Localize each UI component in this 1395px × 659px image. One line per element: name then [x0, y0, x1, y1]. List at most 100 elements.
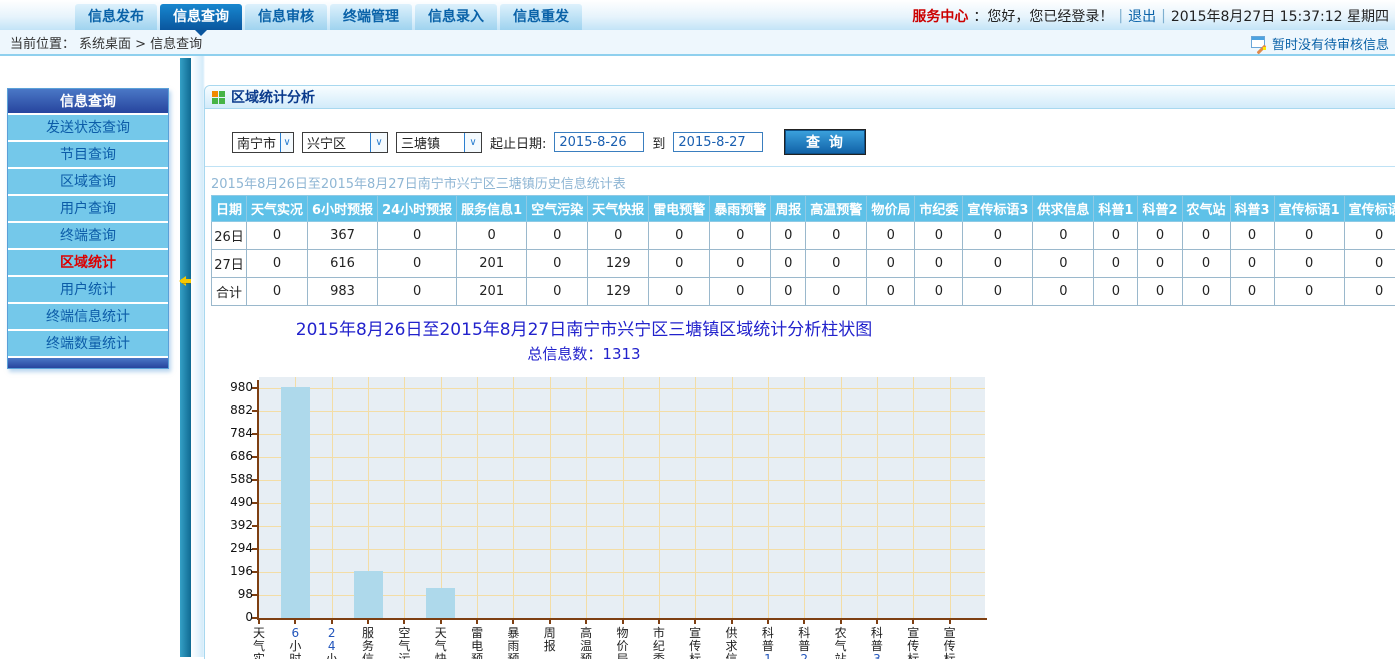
- table-cell: 0: [710, 250, 771, 278]
- table-cell: 27日: [212, 250, 247, 278]
- table-cell: 129: [588, 278, 649, 306]
- table-cell: 0: [1094, 250, 1138, 278]
- topbar-user-area: 服务中心：您好，您已经登录！ | 退出 | 2015年8月27日 15:37:1…: [912, 6, 1389, 26]
- table-cell: 0: [710, 222, 771, 250]
- main-area: 区域统计分析 南宁市 ∨ 兴宁区 ∨ 三塘镇 ∨ 起止日期: 到: [191, 56, 1395, 657]
- chevron-down-icon: ∨: [280, 133, 293, 152]
- table-row: 合计098302010129000000000000001313: [212, 278, 1395, 306]
- separator: |: [1118, 8, 1123, 24]
- table-cell: 0: [1344, 250, 1395, 278]
- stats-column-header: 天气实况: [247, 196, 308, 222]
- table-cell: 0: [1274, 222, 1344, 250]
- nav-tab[interactable]: 信息审核: [245, 4, 327, 30]
- sidebar-item[interactable]: 区域统计: [8, 250, 168, 277]
- panel-header: 区域统计分析: [205, 86, 1395, 109]
- sidebar-item[interactable]: 节目查询: [8, 142, 168, 169]
- district-select-value: 兴宁区: [303, 133, 370, 152]
- table-cell: 0: [806, 250, 867, 278]
- chart-title: 2015年8月26日至2015年8月27日南宁市兴宁区三塘镇区域统计分析柱状图: [205, 315, 963, 340]
- stats-column-header: 24小时预报: [378, 196, 457, 222]
- nav-tab[interactable]: 终端管理: [330, 4, 412, 30]
- review-note-icon: [1251, 36, 1267, 50]
- table-cell: 0: [378, 278, 457, 306]
- bar-chart: 098196294392490588686784882980天气实况6小时预报2…: [231, 377, 971, 659]
- pending-review-notice[interactable]: 暂时没有待审核信息: [1251, 30, 1389, 56]
- x-axis-category-label: 24小时预报: [324, 627, 340, 659]
- table-cell: 0: [963, 250, 1033, 278]
- end-date-input[interactable]: [673, 132, 763, 152]
- table-cell: 0: [1094, 222, 1138, 250]
- table-cell: 129: [588, 250, 649, 278]
- table-cell: 0: [1033, 250, 1094, 278]
- sidebar: 信息查询 发送状态查询节目查询区域查询用户查询终端查询区域统计用户统计终端信息统…: [7, 88, 169, 369]
- nav-tab[interactable]: 信息发布: [75, 4, 157, 30]
- stats-column-header: 周报: [771, 196, 806, 222]
- sidebar-item[interactable]: 用户统计: [8, 277, 168, 304]
- stats-column-header: 物价局: [867, 196, 915, 222]
- x-axis-category-label: 宣传标语1: [905, 627, 921, 659]
- date-range-label: 起止日期:: [490, 133, 546, 152]
- nav-tab[interactable]: 信息查询: [160, 4, 242, 30]
- table-cell: 0: [527, 250, 588, 278]
- stats-column-header: 科普1: [1094, 196, 1138, 222]
- stats-column-header: 农气站: [1182, 196, 1230, 222]
- nav-tab[interactable]: 信息录入: [415, 4, 497, 30]
- logout-link[interactable]: 退出: [1128, 6, 1156, 26]
- chart-y-axis: [257, 380, 259, 620]
- table-cell: 367: [308, 222, 378, 250]
- table-cell: 0: [1182, 278, 1230, 306]
- town-select[interactable]: 三塘镇 ∨: [396, 132, 482, 153]
- x-axis-category-label: 科普2: [796, 627, 812, 659]
- table-cell: 0: [649, 222, 710, 250]
- table-cell: 0: [806, 278, 867, 306]
- district-select[interactable]: 兴宁区 ∨: [302, 132, 388, 153]
- nav-tabs: 信息发布信息查询信息审核终端管理信息录入信息重发: [75, 4, 582, 30]
- table-cell: 26日: [212, 222, 247, 250]
- town-select-value: 三塘镇: [397, 133, 464, 152]
- table-cell: 0: [1230, 278, 1274, 306]
- x-axis-category-label: 科普3: [869, 627, 885, 659]
- y-axis-tick-label: 392: [223, 518, 253, 532]
- table-cell: 0: [1344, 222, 1395, 250]
- chevron-down-icon: ∨: [464, 133, 481, 152]
- sidebar-item[interactable]: 发送状态查询: [8, 115, 168, 142]
- chart-block: 2015年8月26日至2015年8月27日南宁市兴宁区三塘镇区域统计分析柱状图 …: [205, 315, 963, 364]
- bar-天气快报: [426, 588, 455, 618]
- table-cell: 合计: [212, 278, 247, 306]
- stats-column-header: 天气快报: [588, 196, 649, 222]
- table-cell: 0: [247, 222, 308, 250]
- stats-column-header: 空气污染: [527, 196, 588, 222]
- content-area: 信息查询 发送状态查询节目查询区域查询用户查询终端查询区域统计用户统计终端信息统…: [0, 56, 1395, 657]
- sidebar-footer: [8, 358, 168, 368]
- stats-column-header: 暴雨预警: [710, 196, 771, 222]
- sidebar-title: 信息查询: [8, 89, 168, 115]
- login-greeting: ：您好，您已经登录！: [973, 6, 1113, 26]
- sidebar-item[interactable]: 区域查询: [8, 169, 168, 196]
- sidebar-item[interactable]: 用户查询: [8, 196, 168, 223]
- table-cell: 0: [1274, 278, 1344, 306]
- table-cell: 0: [247, 278, 308, 306]
- sidebar-item[interactable]: 终端信息统计: [8, 304, 168, 331]
- table-cell: 0: [1094, 278, 1138, 306]
- sidebar-item[interactable]: 终端查询: [8, 223, 168, 250]
- table-cell: 0: [915, 278, 963, 306]
- search-button[interactable]: 查 询: [785, 130, 865, 154]
- city-select-value: 南宁市: [233, 133, 280, 152]
- table-cell: 0: [867, 222, 915, 250]
- city-select[interactable]: 南宁市 ∨: [232, 132, 294, 153]
- service-center-label: 服务中心: [912, 6, 968, 26]
- table-cell: 0: [247, 250, 308, 278]
- table-cell: 0: [771, 222, 806, 250]
- y-axis-tick-label: 882: [223, 403, 253, 417]
- stats-column-header: 科普3: [1230, 196, 1274, 222]
- start-date-input[interactable]: [554, 132, 644, 152]
- stats-table-caption: 2015年8月26日至2015年8月27日南宁市兴宁区三塘镇历史信息统计表: [205, 167, 1395, 195]
- table-cell: 0: [1138, 250, 1182, 278]
- table-cell: 0: [771, 278, 806, 306]
- breadcrumb-location-label: 当前位置：: [10, 33, 75, 52]
- table-cell: 0: [806, 222, 867, 250]
- y-axis-tick-label: 98: [223, 587, 253, 601]
- sidebar-item[interactable]: 终端数量统计: [8, 331, 168, 358]
- nav-tab[interactable]: 信息重发: [500, 4, 582, 30]
- table-cell: 0: [378, 250, 457, 278]
